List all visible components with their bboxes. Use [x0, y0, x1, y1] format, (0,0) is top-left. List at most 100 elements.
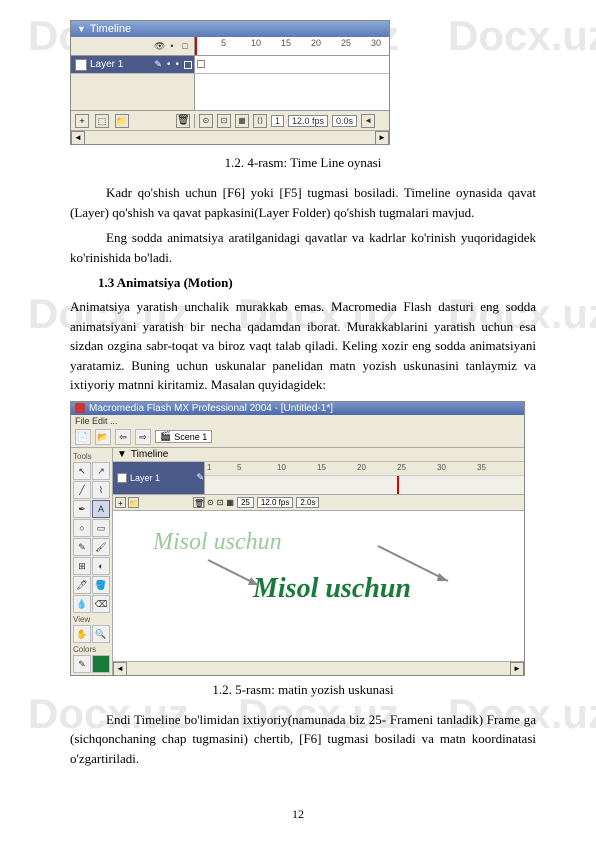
layers-empty	[71, 74, 195, 110]
eraser-tool[interactable]: ⌫	[92, 595, 110, 613]
ink-tool[interactable]: 🖊	[73, 576, 91, 594]
add-guide-button[interactable]: ⬚	[95, 114, 109, 128]
add-layer-button[interactable]: +	[115, 497, 126, 508]
ruler-tick: 35	[477, 463, 486, 472]
ruler-tick: 20	[357, 463, 366, 472]
modify-onion-button[interactable]: ⟨⟩	[253, 114, 267, 128]
delete-layer-button[interactable]: 🗑	[176, 114, 190, 128]
stroke-color[interactable]: ✎	[73, 655, 91, 673]
layer-outline-box	[184, 61, 192, 69]
keyframe-icon	[197, 60, 205, 68]
back-button[interactable]: ⇦	[115, 429, 131, 445]
lock-icon: •	[167, 41, 177, 51]
rect-tool[interactable]: ▭	[92, 519, 110, 537]
scrollbar-track[interactable]	[85, 131, 375, 144]
layer-icon	[117, 473, 127, 483]
scrollbar-track[interactable]	[127, 662, 510, 675]
playhead	[397, 476, 399, 494]
pen-tool[interactable]: ✒	[73, 500, 91, 518]
paint-bucket-tool[interactable]: 🪣	[92, 576, 110, 594]
ruler-tick: 1	[207, 463, 211, 472]
text-tool[interactable]: A	[92, 500, 110, 518]
open-button[interactable]: 📂	[95, 429, 111, 445]
scroll-right-button[interactable]: ►	[375, 131, 389, 145]
ruler-tick: 20	[311, 38, 321, 48]
add-layer-button[interactable]: +	[75, 114, 89, 128]
ruler-tick: 25	[397, 463, 406, 472]
ruler-tick: 10	[251, 38, 261, 48]
time-display: 0.0s	[332, 115, 357, 127]
ruler-tick: 30	[437, 463, 446, 472]
section-heading: 1.3 Animatsiya (Motion)	[70, 275, 536, 291]
stroke-swatch[interactable]	[92, 655, 110, 673]
menu-bar: File Edit ...	[71, 415, 524, 427]
ruler-tick: 25	[341, 38, 351, 48]
scene-icon: 🎬	[160, 431, 171, 442]
add-folder-button[interactable]: 📁	[115, 114, 129, 128]
timeline-panel: ▼ Timeline Layer 1 ✎ 1 5 10 15	[113, 448, 524, 511]
frame-track	[205, 476, 524, 494]
layer-icon	[75, 59, 87, 71]
timeline-status: ⊙ ⊡ ▦ 25 12.0 fps 2.0s	[205, 497, 524, 508]
scene-selector[interactable]: 🎬 Scene 1	[155, 430, 212, 443]
arrow-tool[interactable]: ↖	[73, 462, 91, 480]
tools-panel: Tools ↖ ↗ ╱ ⌇ ✒ A ○ ▭ ✎ 🖌 ⊞ ◐ 🖊 🪣 💧 ⌫ Vi…	[71, 448, 113, 675]
hand-tool[interactable]: ✋	[73, 625, 91, 643]
onion-icon: ▦	[226, 498, 234, 507]
fps-display: 12.0 fps	[288, 115, 328, 127]
figure-caption-2: 1.2. 5-rasm: matin yozish uskunasi	[70, 682, 536, 698]
timeline-status: ⊙ ⊡ ▦ ⟨⟩ 1 12.0 fps 0.0s ◄	[195, 114, 389, 128]
ruler-tick: 5	[237, 463, 241, 472]
arrow-icon	[203, 555, 273, 595]
time-display: 2.0s	[296, 497, 319, 508]
current-frame: 1	[271, 115, 284, 127]
timeline-title: Timeline	[90, 23, 131, 35]
zoom-tool[interactable]: 🔍	[92, 625, 110, 643]
oval-tool[interactable]: ○	[73, 519, 91, 537]
pencil-icon: ✎	[196, 472, 204, 483]
pencil-tool[interactable]: ✎	[73, 538, 91, 556]
new-button[interactable]: 📄	[75, 429, 91, 445]
paragraph: Kadr qo'shish uchun [F6] yoki [F5] tugma…	[70, 183, 536, 222]
edit-frames-button[interactable]: ▦	[235, 114, 249, 128]
brush-tool[interactable]: 🖌	[92, 538, 110, 556]
layer-controls: + 📁 🗑	[113, 497, 205, 508]
ruler-tick: 15	[281, 38, 291, 48]
transform-tool[interactable]: ⊞	[73, 557, 91, 575]
frame-ruler: 5 10 15 20 25 30	[195, 37, 389, 55]
layer-row: Layer 1 ✎	[113, 462, 205, 494]
lasso-tool[interactable]: ⌇	[92, 481, 110, 499]
layer-name: Layer 1	[130, 473, 160, 483]
fill-transform-tool[interactable]: ◐	[92, 557, 110, 575]
ruler-tick: 10	[277, 463, 286, 472]
onion-icon: ⊙	[207, 498, 214, 507]
nav-left-button[interactable]: ◄	[361, 114, 375, 128]
onion-skin-button[interactable]: ⊙	[199, 114, 213, 128]
frames-empty	[195, 74, 389, 110]
onion-outline-button[interactable]: ⊡	[217, 114, 231, 128]
ruler-tick: 30	[371, 38, 381, 48]
flash-app-screenshot: Macromedia Flash MX Professional 2004 - …	[70, 401, 525, 676]
paragraph: Eng sodda animatsiya aratilganidagi qava…	[70, 228, 536, 267]
scroll-right-button[interactable]: ►	[510, 662, 524, 676]
forward-button[interactable]: ⇨	[135, 429, 151, 445]
line-tool[interactable]: ╱	[73, 481, 91, 499]
collapse-icon: ▼	[117, 449, 127, 460]
scroll-left-button[interactable]: ◄	[113, 662, 127, 676]
eyedropper-tool[interactable]: 💧	[73, 595, 91, 613]
onion-icon: ⊡	[217, 498, 224, 507]
add-folder-button[interactable]: 📁	[128, 497, 139, 508]
colors-label: Colors	[73, 645, 110, 654]
pencil-icon: ✎	[154, 59, 162, 70]
paragraph: Animatsiya yaratish unchalik murakkab em…	[70, 297, 536, 395]
sample-text-1: Misol uschun	[153, 529, 282, 556]
fps-display: 12.0 fps	[257, 497, 293, 508]
collapse-icon: ▼	[77, 24, 86, 34]
main-toolbar: 📄 📂 ⇦ ⇨ 🎬 Scene 1	[71, 427, 524, 448]
frame-ruler: 1 5 10 15 20 25 30 35	[205, 462, 524, 476]
timeline-screenshot: ▼ Timeline 👁 • □ 5 10 15 20 25 30 Layer …	[70, 20, 390, 145]
flash-app-icon	[75, 403, 85, 413]
delete-layer-button[interactable]: 🗑	[193, 497, 204, 508]
scroll-left-button[interactable]: ◄	[71, 131, 85, 145]
subselect-tool[interactable]: ↗	[92, 462, 110, 480]
